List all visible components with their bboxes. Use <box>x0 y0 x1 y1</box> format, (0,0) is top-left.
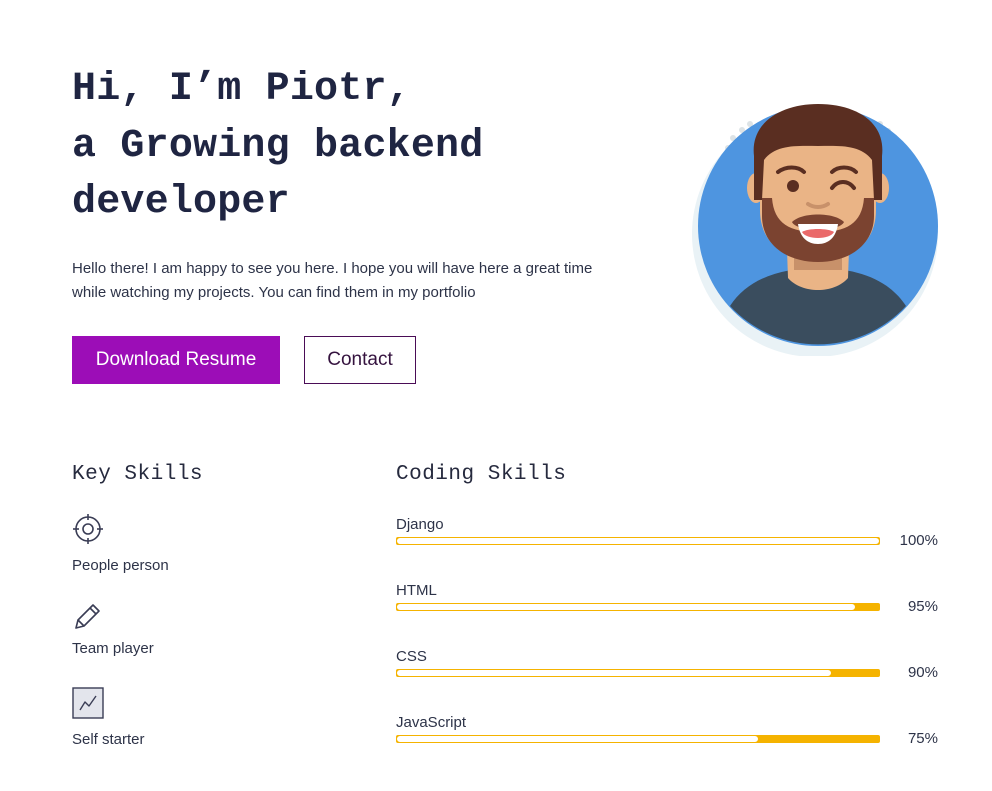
key-skill-self-starter: Self starter <box>72 731 145 748</box>
hero-intro-line-1: Hello there! I am happy to see you here.… <box>72 260 593 277</box>
skill-progress-bar <box>396 537 880 545</box>
skill-name: Django <box>396 516 444 533</box>
pencil-icon <box>75 604 100 629</box>
skill-django: Django 100% <box>396 516 941 564</box>
hero-intro-line-2: while watching my projects. You can find… <box>72 284 476 301</box>
skill-css: CSS 90% <box>396 648 941 696</box>
skill-name: JavaScript <box>396 714 467 731</box>
skill-javascript: JavaScript 75% <box>396 714 941 762</box>
skill-progress-bar <box>396 603 880 611</box>
key-skill-people-person: People person <box>72 557 169 574</box>
skill-percent: 100% <box>899 532 938 549</box>
skill-percent: 95% <box>907 598 938 615</box>
key-skill-team-player: Team player <box>72 640 154 657</box>
skill-percent: 90% <box>907 664 938 681</box>
hero-intro: Hello there! I am happy to see you here.… <box>72 257 652 305</box>
avatar <box>692 104 938 356</box>
download-resume-button[interactable]: Download Resume <box>72 336 280 384</box>
hero-heading-line-1: Hi, I’m Piotr, <box>72 67 411 112</box>
skill-progress-bar <box>396 669 880 677</box>
skill-percent: 75% <box>907 730 938 747</box>
skill-name: HTML <box>396 582 437 599</box>
skill-progress-bar <box>396 735 880 743</box>
skill-name: CSS <box>396 648 427 665</box>
contact-button[interactable]: Contact <box>304 336 416 384</box>
target-icon <box>73 514 103 544</box>
hero-heading-line-3: developer <box>72 180 290 225</box>
skill-html: HTML 95% <box>396 582 941 630</box>
key-skills-title: Key Skills <box>72 463 204 486</box>
trend-chart-icon <box>72 687 104 719</box>
coding-skills-title: Coding Skills <box>396 463 567 486</box>
hero-heading-line-2: a Growing backend <box>72 123 484 169</box>
hero-heading: Hi, I’m Piotr, a Growing backend develop… <box>72 62 483 232</box>
